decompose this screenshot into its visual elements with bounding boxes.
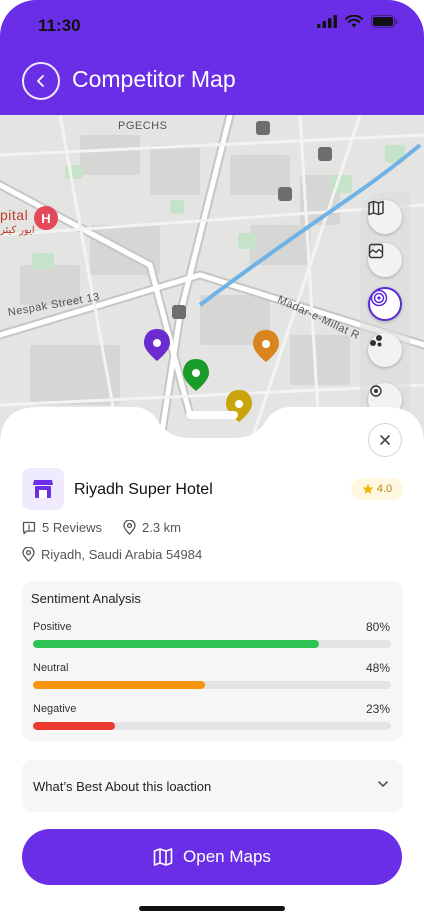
sentiment-label-neutral: Neutral — [33, 662, 69, 674]
sentiment-percent-positive: 80% — [365, 620, 390, 634]
hotel-name: Riyadh Super Hotel — [74, 481, 213, 498]
reviews-text: 5 Reviews — [42, 520, 102, 535]
distance-info: 2.3 km — [123, 520, 181, 535]
status-icons — [317, 15, 398, 28]
distance-text: 2.3 km — [142, 520, 182, 535]
map-label-hospital-urdu: ایور کیئر — [0, 225, 35, 236]
map-layers-button[interactable] — [368, 200, 402, 234]
rating-badge: 4.0 — [351, 478, 403, 500]
satellite-view-button[interactable] — [368, 243, 402, 277]
chevron-down-icon — [378, 781, 388, 787]
cluster-view-button[interactable] — [368, 333, 402, 367]
radar-icon — [370, 289, 388, 307]
sentiment-bar-neutral — [33, 681, 391, 689]
sentiment-percent-negative: 23% — [365, 702, 390, 716]
battery-icon — [371, 15, 398, 28]
sentiment-fill-negative — [33, 722, 116, 730]
status-time: 11:30 — [38, 16, 81, 35]
sentiment-bar-negative — [33, 722, 391, 730]
satellite-icon — [368, 243, 384, 259]
close-icon — [380, 435, 390, 445]
back-button[interactable] — [22, 62, 60, 100]
sentiment-label-positive: Positive — [33, 621, 72, 633]
address-info: Riyadh, Saudi Arabia 54984 — [22, 547, 202, 562]
star-icon — [362, 483, 374, 494]
cluster-icon — [370, 335, 382, 347]
map-label-district: PGECHS — [118, 120, 168, 132]
map-icon — [153, 848, 173, 866]
open-maps-button[interactable]: Open Maps — [22, 829, 402, 885]
drag-handle[interactable] — [186, 411, 238, 419]
sentiment-fill-positive — [33, 640, 320, 648]
close-button[interactable] — [368, 423, 402, 457]
signal-icon — [317, 15, 337, 28]
competitor-map[interactable]: H PGECHS pital ایور کیئر Nespak Street 1… — [0, 115, 424, 445]
app-header: 11:30 Competitor Map — [0, 0, 424, 115]
sentiment-percent-neutral: 48% — [365, 661, 390, 675]
location-pin-icon — [22, 547, 35, 562]
best-about-accordion[interactable]: What’s Best About this loaction — [22, 760, 403, 812]
map-label-hospital: pital — [0, 207, 29, 223]
open-maps-label: Open Maps — [183, 847, 271, 866]
location-bottom-sheet: Riyadh Super Hotel 4.0 5 Reviews 2.3 km … — [0, 405, 424, 918]
review-icon — [22, 521, 36, 534]
svg-text:H: H — [41, 211, 50, 226]
radar-view-button[interactable] — [368, 287, 402, 321]
sentiment-title: Sentiment Analysis — [31, 591, 141, 606]
wifi-icon — [345, 15, 363, 28]
accordion-label: What’s Best About this loaction — [33, 779, 212, 794]
store-icon — [33, 480, 53, 498]
sentiment-fill-neutral — [33, 681, 205, 689]
page-title: Competitor Map — [72, 66, 236, 92]
location-pin-icon — [123, 520, 136, 535]
sentiment-analysis-card: Sentiment Analysis Positive 80% Neutral … — [22, 581, 403, 741]
locate-icon — [370, 385, 382, 397]
home-indicator — [139, 906, 285, 911]
map-layers-icon — [368, 200, 384, 216]
sentiment-bar-positive — [33, 640, 391, 648]
sentiment-label-negative: Negative — [33, 703, 77, 715]
reviews-count[interactable]: 5 Reviews — [22, 520, 102, 535]
rating-value: 4.0 — [376, 483, 393, 495]
address-text: Riyadh, Saudi Arabia 54984 — [41, 547, 203, 562]
hotel-avatar — [22, 468, 64, 510]
chevron-left-icon — [37, 75, 44, 87]
